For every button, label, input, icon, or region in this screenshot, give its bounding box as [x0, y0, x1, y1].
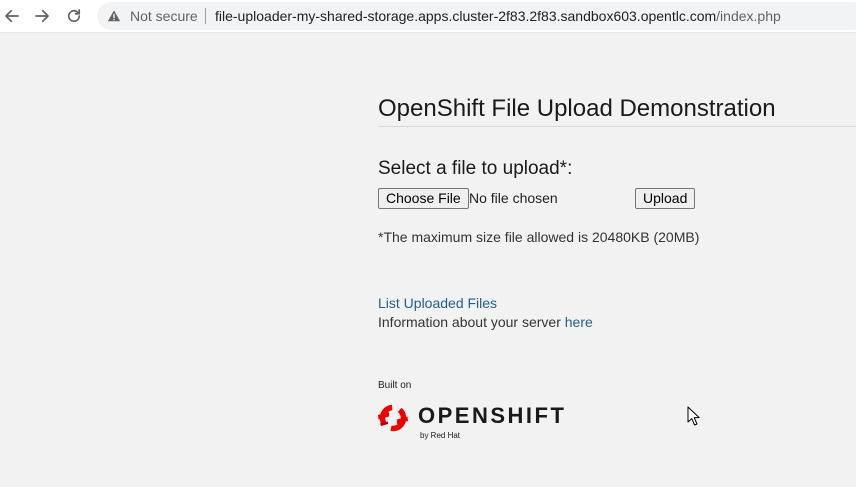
back-button[interactable] [1, 5, 23, 27]
server-info-text: Information about your server [378, 314, 565, 330]
openshift-wordmark: OPENSHIFT [418, 403, 567, 428]
back-arrow-icon [5, 9, 19, 23]
address-separator [205, 8, 206, 24]
security-status[interactable]: Not secure [130, 8, 198, 24]
upload-button[interactable]: Upload [635, 188, 696, 209]
reload-icon [67, 9, 81, 23]
browser-toolbar: Not secure file-uploader-my-shared-stora… [0, 0, 856, 33]
forward-button[interactable] [31, 5, 53, 27]
max-size-note: *The maximum size file allowed is 20480K… [378, 229, 700, 245]
url-host: file-uploader-my-shared-storage.apps.clu… [215, 8, 717, 24]
url-text[interactable]: file-uploader-my-shared-storage.apps.clu… [215, 8, 781, 24]
server-info-line: Information about your server here [378, 314, 593, 330]
forward-arrow-icon [35, 9, 49, 23]
file-status-text: No file chosen [469, 190, 558, 206]
openshift-logo[interactable]: OPENSHIFT by Red Hat [377, 401, 564, 443]
page-title: OpenShift File Upload Demonstration [378, 95, 776, 122]
list-uploaded-files-link[interactable]: List Uploaded Files [378, 295, 497, 311]
address-bar[interactable]: Not secure file-uploader-my-shared-stora… [97, 2, 856, 30]
url-path: /index.php [716, 8, 781, 24]
redhat-byline: by Red Hat [420, 431, 461, 440]
choose-file-button[interactable]: Choose File [378, 188, 469, 209]
openshift-logo-icon [378, 404, 408, 432]
reload-button[interactable] [63, 5, 85, 27]
warning-icon[interactable] [107, 9, 121, 23]
mouse-cursor-icon [687, 406, 700, 426]
title-divider [378, 126, 856, 127]
upload-label: Select a file to upload*: [378, 158, 573, 179]
server-info-link[interactable]: here [565, 314, 593, 330]
built-on-label: Built on [378, 380, 412, 391]
